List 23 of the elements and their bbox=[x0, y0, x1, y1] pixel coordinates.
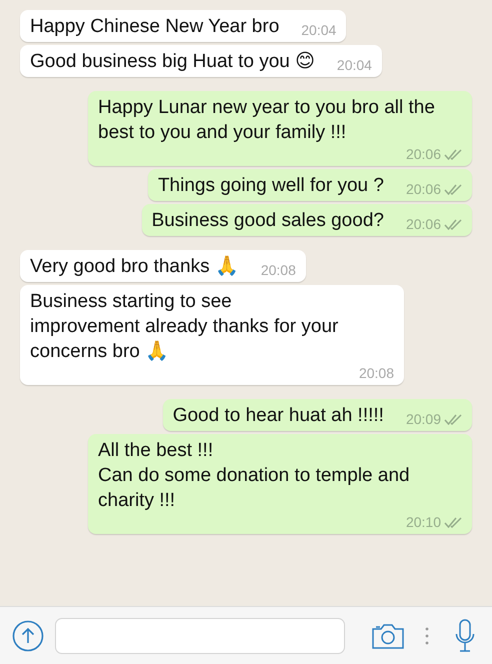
message-text: Business good sales good? bbox=[152, 209, 384, 233]
message-text: Business starting to see improvement already thanks for your concerns bro 🙏 bbox=[30, 290, 340, 364]
microphone-icon[interactable] bbox=[455, 618, 475, 652]
upload-icon[interactable] bbox=[12, 620, 44, 652]
message-time: 20:10 bbox=[406, 513, 441, 531]
message-time: 20:09 bbox=[406, 410, 441, 428]
message-text: Good business big Huat to you 😊 bbox=[30, 50, 315, 74]
message-time: 20:06 bbox=[406, 215, 441, 233]
message-time: 20:06 bbox=[406, 180, 441, 198]
message-time: 20:04 bbox=[336, 56, 372, 74]
message-time: 20:08 bbox=[260, 261, 296, 279]
message-time: 20:06 bbox=[406, 145, 441, 163]
message-input-field[interactable] bbox=[55, 618, 345, 654]
message-time: 20:04 bbox=[301, 21, 336, 39]
message-text: Things going well for you ? bbox=[158, 174, 384, 198]
message-text: Happy Lunar new year to you bro all the best to you and your family !!! bbox=[98, 96, 436, 145]
message-text: Happy Chinese New Year bro bbox=[30, 15, 280, 39]
message-text: All the best !!! Can do some donation to temple and charity !!! bbox=[98, 439, 411, 513]
message-text: Very good bro thanks 🙏 bbox=[30, 254, 239, 279]
message-text: Good to hear huat ah !!!!! bbox=[172, 404, 384, 428]
more-options-icon[interactable] bbox=[425, 626, 429, 646]
message-time: 20:08 bbox=[358, 364, 394, 382]
camera-icon[interactable] bbox=[371, 622, 405, 650]
